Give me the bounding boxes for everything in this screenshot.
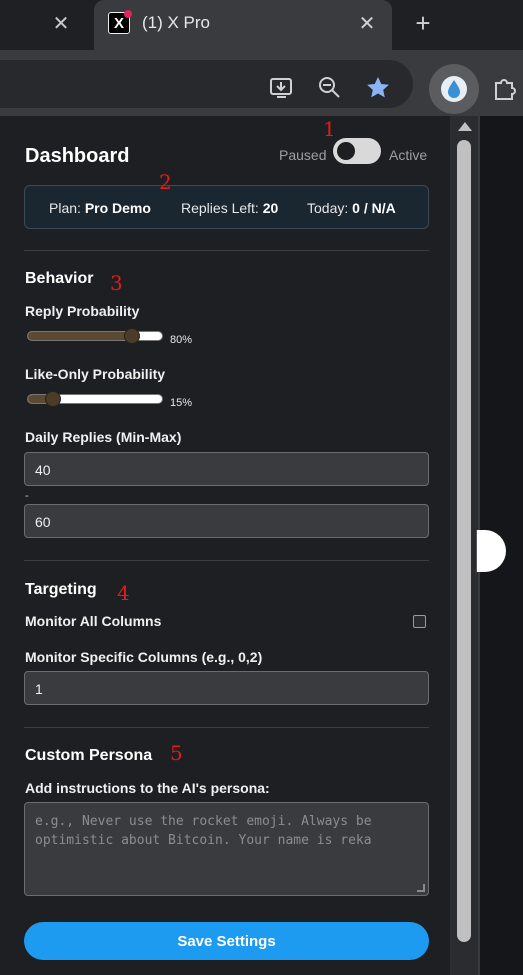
plan-label: Plan: [49,200,81,216]
divider [24,250,429,251]
today-value: 0 / N/A [352,200,396,216]
today-label: Today: [307,200,349,216]
paused-label: Paused [279,147,327,163]
scroll-up-arrow-icon[interactable] [458,122,472,131]
active-toggle[interactable] [333,138,381,164]
persona-instructions-label: Add instructions to the AI's persona: [25,780,270,796]
close-tab-icon[interactable]: ✕ [46,8,76,38]
toggle-knob [337,142,355,160]
replies-value: 20 [262,200,279,216]
scrollbar[interactable] [450,116,478,975]
annotation-marker-2: 2 [159,170,172,194]
notification-dot [124,10,132,18]
save-settings-button[interactable]: Save Settings [24,922,429,960]
extension-droplet-icon[interactable] [429,64,479,114]
like-probability-value: 15% [170,397,193,409]
reply-probability-slider[interactable] [27,331,163,341]
like-probability-handle[interactable] [45,391,61,407]
annotation-marker-4: 4 [117,581,130,605]
daily-min-input[interactable]: 40 [24,452,429,486]
tab-x-pro[interactable]: X (1) X Pro ✕ [94,0,392,50]
range-separator: - [25,490,29,502]
replies-info: Replies Left: 20 [181,200,278,216]
reply-probability-label: Reply Probability [25,303,140,319]
monitor-specific-label: Monitor Specific Columns (e.g., 0,2) [25,649,263,665]
droplet-icon [441,76,467,102]
monitor-all-checkbox[interactable] [413,615,426,628]
scroll-thumb[interactable] [457,140,471,942]
tab-bar: ✕ X (1) X Pro ✕ + [0,0,523,50]
monitor-specific-input[interactable]: 1 [24,671,429,705]
active-label: Active [389,147,428,163]
plan-status-box: Plan: Pro Demo Replies Left: 20 Today: 0… [24,185,429,229]
divider [24,727,429,728]
dashboard-title: Dashboard [25,145,130,167]
today-info: Today: 0 / N/A [307,200,396,216]
plan-info: Plan: Pro Demo [49,200,151,216]
behavior-title: Behavior [25,270,94,287]
reply-probability-value: 80% [170,334,193,346]
tab-title: (1) X Pro [142,13,211,32]
divider [24,560,429,561]
zoom-out-icon[interactable] [317,75,343,101]
slider-fill [28,332,136,340]
install-app-icon[interactable] [269,75,295,101]
persona-instructions-textarea[interactable]: e.g., Never use the rocket emoji. Always… [24,802,429,896]
persona-title: Custom Persona [25,747,153,764]
annotation-marker-5: 5 [170,741,183,765]
plan-value: Pro Demo [84,200,151,216]
daily-replies-label: Daily Replies (Min-Max) [25,429,182,445]
close-tab-icon[interactable]: ✕ [352,8,382,38]
textarea-placeholder: e.g., Never use the rocket emoji. Always… [35,814,372,848]
resize-handle-icon[interactable] [417,884,425,892]
new-tab-icon[interactable]: + [408,8,438,38]
replies-label: Replies Left: [181,200,259,216]
like-probability-label: Like-Only Probability [25,366,166,382]
extensions-puzzle-icon[interactable] [491,74,519,102]
annotation-marker-1: 1 [323,117,336,141]
monitor-all-label: Monitor All Columns [25,613,162,629]
x-favicon-icon: X [108,10,132,34]
reply-probability-handle[interactable] [124,328,140,344]
targeting-title: Targeting [25,581,97,598]
address-bar[interactable] [0,60,413,108]
favicon-letter: X [113,14,124,32]
annotation-marker-3: 3 [110,271,123,295]
bookmark-star-icon[interactable] [365,75,391,101]
daily-max-input[interactable]: 60 [24,504,429,538]
